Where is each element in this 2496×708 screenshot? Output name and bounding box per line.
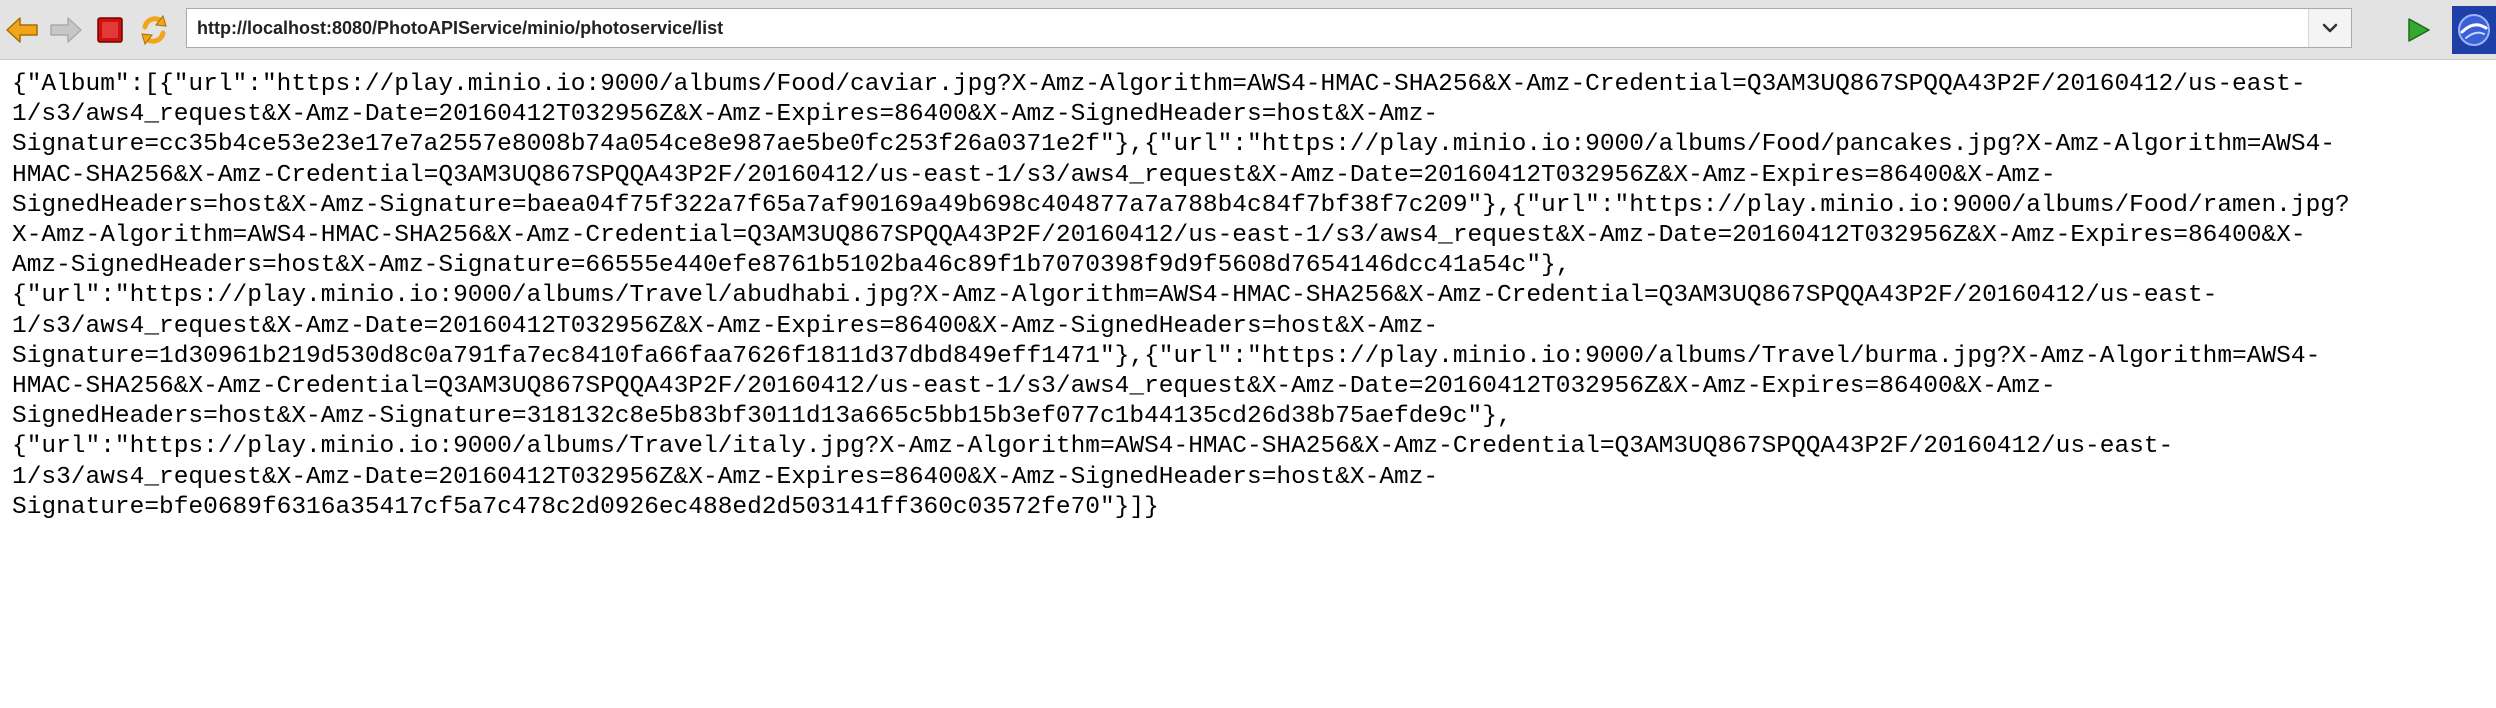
json-text-line: Signature=cc35b4ce53e23e17e7a2557e8008b7… [12, 131, 2335, 159]
forward-button[interactable] [46, 10, 86, 50]
arrow-left-icon [6, 17, 38, 43]
page-content: {"Album":[{"url":"https://play.minio.io:… [12, 70, 2486, 523]
address-bar [186, 8, 2352, 48]
browser-menu-button[interactable] [2452, 6, 2496, 54]
json-text-line: HMAC-SHA256&X-Amz-Credential=Q3AM3UQ867S… [12, 161, 2056, 189]
json-text-line: {"url":"https://play.minio.io:9000/album… [12, 282, 2218, 310]
url-input[interactable] [187, 9, 2307, 47]
reload-button[interactable] [134, 10, 174, 50]
browser-toolbar [0, 0, 2496, 60]
json-text-line: {"Album":[{"url":"https://play.minio.io:… [12, 71, 2306, 98]
logo-icon [2458, 14, 2490, 46]
reload-icon [141, 14, 167, 46]
json-text-line: X-Amz-Algorithm=AWS4-HMAC-SHA256&X-Amz-C… [12, 222, 2306, 250]
go-button[interactable] [2398, 10, 2438, 50]
json-text-line: Signature=bfe0689f6316a35417cf5a7c478c2d… [12, 493, 1159, 521]
json-text-line: Signature=1d30961b219d530d8c0a791fa7ec84… [12, 342, 2321, 370]
json-text-line: 1/s3/aws4_request&X-Amz-Date=20160412T03… [12, 463, 1439, 491]
stop-icon [97, 17, 123, 43]
stop-button[interactable] [90, 10, 130, 50]
url-dropdown-button[interactable] [2308, 9, 2351, 47]
back-button[interactable] [2, 10, 42, 50]
json-text-line: SignedHeaders=host&X-Amz-Signature=31813… [12, 403, 1512, 431]
json-text-line: Amz-SignedHeaders=host&X-Amz-Signature=6… [12, 252, 1571, 280]
json-text-line: 1/s3/aws4_request&X-Amz-Date=20160412T03… [12, 312, 1439, 340]
json-text-line: 1/s3/aws4_request&X-Amz-Date=20160412T03… [12, 101, 1439, 129]
arrow-right-icon [50, 17, 82, 43]
json-text-line: {"url":"https://play.minio.io:9000/album… [12, 433, 2174, 461]
play-icon [2408, 18, 2430, 42]
json-text-line: SignedHeaders=host&X-Amz-Signature=baea0… [12, 191, 2350, 219]
chevron-down-icon [2322, 23, 2338, 33]
json-text-line: HMAC-SHA256&X-Amz-Credential=Q3AM3UQ867S… [12, 373, 2056, 401]
